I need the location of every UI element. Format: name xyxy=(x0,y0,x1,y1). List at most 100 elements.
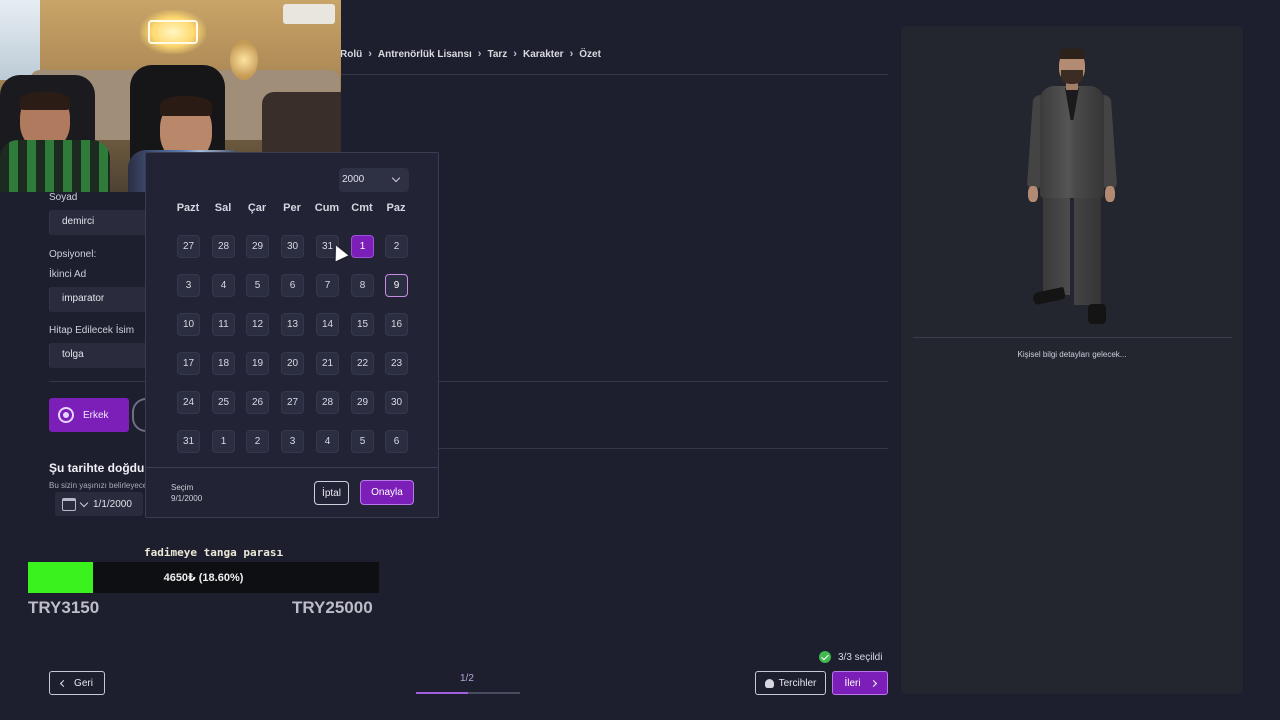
calendar-day[interactable]: 5 xyxy=(246,274,269,297)
donation-min-label: TRY3150 xyxy=(28,598,100,617)
chevron-right-icon: › xyxy=(477,48,482,60)
calendar-day[interactable]: 23 xyxy=(385,352,408,375)
preferences-button-label: Tercihler xyxy=(778,677,817,689)
avatar-hand xyxy=(1028,186,1038,202)
calendar-day[interactable]: 24 xyxy=(177,391,200,414)
calendar-day[interactable]: 18 xyxy=(212,352,235,375)
breadcrumb-item-character[interactable]: Karakter xyxy=(523,49,564,60)
surname-label: Soyad xyxy=(49,192,78,203)
selection-value: 9/1/2000 xyxy=(171,494,203,503)
calendar-day[interactable]: 26 xyxy=(246,391,269,414)
weekday-label: Cum xyxy=(314,202,340,214)
back-button-label: Geri xyxy=(74,677,93,689)
calendar-day[interactable]: 8 xyxy=(351,274,374,297)
page-indicator: 1/2 xyxy=(460,673,474,684)
breadcrumb-item-style[interactable]: Tarz xyxy=(487,49,507,60)
calendar-day[interactable]: 1 xyxy=(212,430,235,453)
calendar-day[interactable]: 4 xyxy=(316,430,339,453)
back-button[interactable]: Geri xyxy=(49,671,105,695)
calendar-day[interactable]: 1 xyxy=(351,235,374,258)
gender-other-button[interactable] xyxy=(132,398,146,432)
calendar-day[interactable]: 28 xyxy=(316,391,339,414)
calendar-day[interactable]: 29 xyxy=(246,235,269,258)
breadcrumb-item-license[interactable]: Antrenörlük Lisansı xyxy=(378,49,472,60)
year-select[interactable]: 2000 xyxy=(339,168,409,192)
calendar-day[interactable]: 12 xyxy=(246,313,269,336)
page-progress-fill xyxy=(416,692,468,694)
calendar-day[interactable]: 4 xyxy=(212,274,235,297)
birth-date-subtitle: Bu sizin yaşınızı belirleyecek xyxy=(49,481,152,490)
optional-label: Opsiyonel: xyxy=(49,249,97,260)
cancel-button[interactable]: İptal xyxy=(314,481,349,505)
calendar-day[interactable]: 21 xyxy=(316,352,339,375)
calendar-day[interactable]: 16 xyxy=(385,313,408,336)
breadcrumb-item-role[interactable]: Rolü xyxy=(340,49,362,60)
webcam-person-hair xyxy=(160,96,212,116)
calendar-day[interactable]: 27 xyxy=(281,391,304,414)
selected-count: 3/3 seçildi xyxy=(819,651,882,663)
calendar-day[interactable]: 30 xyxy=(281,235,304,258)
calendar-day[interactable]: 25 xyxy=(212,391,235,414)
calendar-day[interactable]: 27 xyxy=(177,235,200,258)
selection-label: Seçim xyxy=(171,483,194,492)
calendar-day[interactable]: 31 xyxy=(177,430,200,453)
divider xyxy=(340,74,888,75)
calendar-day[interactable]: 30 xyxy=(385,391,408,414)
calendar-day[interactable]: 2 xyxy=(246,430,269,453)
webcam-air-conditioner xyxy=(283,4,335,24)
calendar-day[interactable]: 19 xyxy=(246,352,269,375)
calendar-day[interactable]: 28 xyxy=(212,235,235,258)
calendar-day[interactable]: 6 xyxy=(281,274,304,297)
birth-date-picker[interactable]: 1/1/2000 xyxy=(55,492,143,516)
calendar-day[interactable]: 10 xyxy=(177,313,200,336)
avatar-leg xyxy=(1074,195,1101,305)
avatar-hair xyxy=(1059,48,1085,59)
surname-field[interactable]: demirci xyxy=(49,210,149,235)
donation-progress-text: 4650₺ (18.60%) xyxy=(163,572,244,584)
calendar-day[interactable]: 22 xyxy=(351,352,374,375)
webcam-window xyxy=(0,0,40,80)
calendar-icon xyxy=(62,497,76,511)
calendar-day[interactable]: 3 xyxy=(281,430,304,453)
donation-title: fadimeye tanga parası xyxy=(144,546,284,559)
calendar-day[interactable]: 2 xyxy=(385,235,408,258)
nickname-label: Hitap Edilecek İsim xyxy=(49,325,135,336)
breadcrumb-item-summary[interactable]: Özet xyxy=(579,49,601,60)
check-circle-icon xyxy=(819,651,831,663)
next-button[interactable]: İleri xyxy=(832,671,888,695)
weekday-label: Çar xyxy=(247,202,267,214)
webcam-neon-sign-frame xyxy=(148,20,198,44)
chevron-right-icon: › xyxy=(513,48,517,60)
chevron-left-icon xyxy=(60,679,68,687)
weekday-label: Cmt xyxy=(351,202,373,214)
webcam-person-hair xyxy=(20,92,70,110)
avatar-beard xyxy=(1061,70,1083,84)
calendar-day[interactable]: 20 xyxy=(281,352,304,375)
calendar-day[interactable]: 29 xyxy=(351,391,374,414)
weekday-label: Pazt xyxy=(176,202,200,214)
avatar-hand xyxy=(1105,186,1115,202)
calendar-day[interactable]: 7 xyxy=(316,274,339,297)
confirm-button[interactable]: Onayla xyxy=(360,480,414,505)
weekday-label: Sal xyxy=(214,202,232,214)
preferences-button[interactable]: Tercihler xyxy=(755,671,826,695)
breadcrumb: Rolü › Antrenörlük Lisansı › Tarz › Kara… xyxy=(340,48,605,60)
calendar-day[interactable]: 11 xyxy=(212,313,235,336)
gender-male-button[interactable]: Erkek xyxy=(49,398,129,432)
calendar-day[interactable]: 13 xyxy=(281,313,304,336)
birth-date-title: Şu tarihte doğdu xyxy=(49,461,145,475)
divider xyxy=(439,448,888,449)
calendar-day[interactable]: 14 xyxy=(316,313,339,336)
calendar-day[interactable]: 15 xyxy=(351,313,374,336)
calendar-day[interactable]: 5 xyxy=(351,430,374,453)
nickname-field[interactable]: tolga xyxy=(49,343,149,368)
calendar-day[interactable]: 9 xyxy=(385,274,408,297)
middle-name-label: İkinci Ad xyxy=(49,269,87,280)
middle-name-field[interactable]: imparator xyxy=(49,287,149,312)
avatar-leg xyxy=(1043,195,1070,295)
calendar-day[interactable]: 17 xyxy=(177,352,200,375)
calendar-day[interactable]: 6 xyxy=(385,430,408,453)
next-button-label: İleri xyxy=(844,677,861,689)
calendar-day[interactable]: 3 xyxy=(177,274,200,297)
webcam-lamp xyxy=(230,40,258,80)
